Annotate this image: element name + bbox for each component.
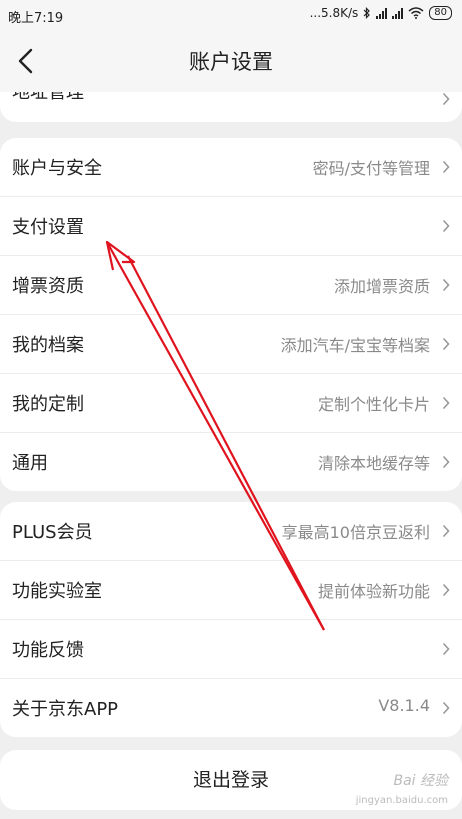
settings-item-value: 享最高10倍京豆返利 (281, 523, 430, 542)
battery-icon: 80 (429, 6, 452, 20)
settings-item[interactable]: 通用 清除本地缓存等 (0, 433, 462, 491)
settings-item-value: 添加汽车/宝宝等档案 (280, 336, 430, 355)
status-icons: ...5.8K/s 80 (310, 6, 452, 20)
signal-icon (376, 7, 388, 19)
status-time: 晚上7:19 (8, 11, 64, 26)
chevron-right-icon (442, 524, 450, 538)
settings-item[interactable]: 关于京东APP V8.1.4 (0, 679, 462, 737)
status-bar: 晚上7:19 ...5.8K/s 80 (0, 0, 462, 30)
settings-group-app: PLUS会员 享最高10倍京豆返利功能实验室 提前体验新功能功能反馈关于京东APP V… (0, 502, 462, 737)
settings-item-label: 地址管理 (12, 92, 84, 103)
settings-item-address[interactable]: 地址管理 (0, 92, 462, 122)
page-title: 账户设置 (189, 50, 273, 74)
watermark-text: Bai 经验 (393, 773, 448, 789)
settings-item[interactable]: 支付设置 (0, 197, 462, 256)
chevron-right-icon (442, 92, 450, 106)
settings-group-account: 账户与安全 密码/支付等管理支付设置增票资质 添加增票资质我的档案 添加汽车/宝宝等档… (0, 138, 462, 491)
settings-item-value: 密码/支付等管理 (312, 159, 430, 178)
settings-item-label: 我的定制 (12, 394, 84, 415)
settings-item[interactable]: 我的定制 定制个性化卡片 (0, 374, 462, 433)
settings-item-value: 清除本地缓存等 (317, 454, 430, 473)
settings-item-label: PLUS会员 (12, 522, 93, 543)
net-speed: ...5.8K/s (309, 6, 359, 20)
bluetooth-icon (363, 7, 371, 19)
settings-item[interactable]: PLUS会员 享最高10倍京豆返利 (0, 502, 462, 561)
chevron-right-icon (442, 278, 450, 292)
chevron-right-icon (442, 337, 450, 351)
settings-item[interactable]: 账户与安全 密码/支付等管理 (0, 138, 462, 197)
wifi-icon (408, 7, 424, 19)
settings-item[interactable]: 功能反馈 (0, 620, 462, 679)
chevron-right-icon (442, 583, 450, 597)
settings-item[interactable]: 我的档案 添加汽车/宝宝等档案 (0, 315, 462, 374)
settings-item-label: 账户与安全 (12, 158, 102, 179)
chevron-right-icon (442, 701, 450, 715)
settings-item-label: 关于京东APP (12, 699, 119, 720)
watermark-sub: jingyan.baidu.com (355, 795, 448, 806)
chevron-right-icon (442, 160, 450, 174)
nav-bar: 账户设置 (0, 30, 462, 92)
settings-item[interactable]: 增票资质 添加增票资质 (0, 256, 462, 315)
settings-item-value: V8.1.4 (378, 696, 430, 715)
chevron-right-icon (442, 455, 450, 469)
settings-item-value: 提前体验新功能 (317, 582, 430, 601)
settings-item-value: 定制个性化卡片 (317, 395, 430, 414)
chevron-right-icon (442, 396, 450, 410)
settings-item-label: 我的档案 (12, 335, 84, 356)
signal-icon (392, 7, 404, 19)
settings-item[interactable]: 功能实验室 提前体验新功能 (0, 561, 462, 620)
settings-item-label: 支付设置 (12, 217, 84, 238)
settings-item-label: 通用 (12, 453, 48, 474)
settings-item-label: 功能反馈 (12, 640, 84, 661)
settings-item-label: 增票资质 (12, 276, 84, 297)
chevron-right-icon (442, 219, 450, 233)
settings-item-label: 功能实验室 (12, 581, 102, 602)
settings-item-value: 添加增票资质 (333, 277, 430, 296)
chevron-right-icon (442, 642, 450, 656)
